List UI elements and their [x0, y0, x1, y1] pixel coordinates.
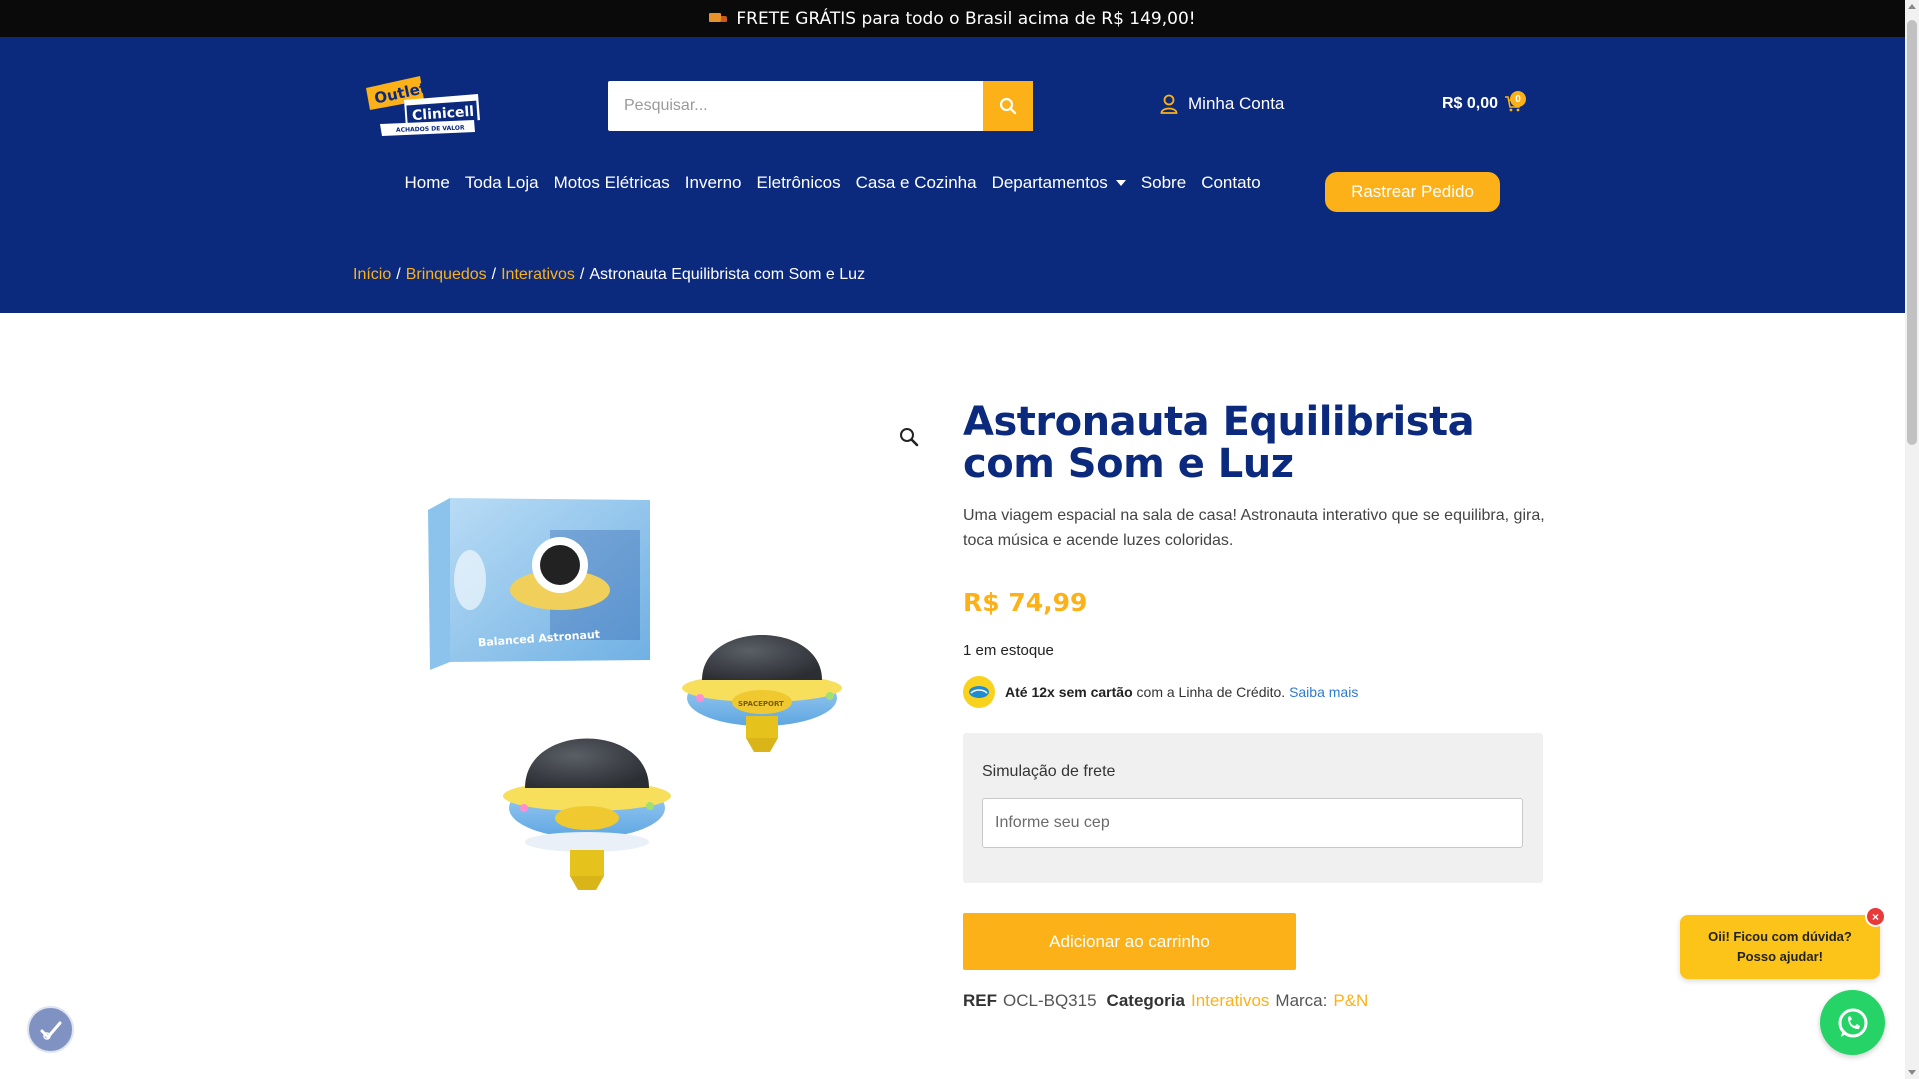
- whatsapp-icon: [1838, 1008, 1867, 1037]
- truck-icon: [709, 12, 728, 25]
- caret-down-icon: [1115, 180, 1126, 186]
- nav-item-contato[interactable]: Contato: [1194, 173, 1269, 193]
- shipping-label: Simulação de frete: [982, 763, 1116, 780]
- nav-label: Toda Loja: [464, 173, 539, 192]
- scroll-down-icon[interactable]: [1908, 1070, 1916, 1075]
- nav-label: Departamentos: [991, 173, 1108, 192]
- chat-prompt-bubble[interactable]: Oii! Ficou com dúvida? Posso ajudar!: [1680, 915, 1880, 979]
- add-to-cart-button[interactable]: Adicionar ao carrinho: [963, 913, 1296, 970]
- nav-label: Inverno: [684, 173, 742, 192]
- credit-text: Até 12x sem cartão com a Linha de Crédit…: [1005, 684, 1358, 700]
- nav-item-departamentos[interactable]: Departamentos: [984, 173, 1133, 193]
- site-header: Outlet Clinicell ACHADOS DE VALOR Minha …: [0, 37, 1905, 313]
- stock-status: 1 em estoque: [963, 642, 1054, 659]
- breadcrumb-link-interativos[interactable]: Interativos: [501, 266, 575, 284]
- learn-more-link[interactable]: Saiba mais: [1289, 684, 1358, 700]
- whatsapp-button[interactable]: [1820, 990, 1885, 1055]
- nav-label: Motos Elétricas: [553, 173, 670, 192]
- category-link[interactable]: Interativos: [1191, 991, 1269, 1011]
- main-nav: Home Toda Loja Motos Elétricas Inverno E…: [397, 173, 1268, 193]
- nav-label: Eletrônicos: [756, 173, 841, 192]
- svg-text:SPACEPORT: SPACEPORT: [738, 700, 784, 708]
- breadcrumb-current: Astronauta Equilibrista com Som e Luz: [589, 266, 866, 283]
- product-image[interactable]: Balanced Astronaut SPACEPORT: [400, 470, 900, 930]
- credit-desc: com a Linha de Crédito.: [1136, 684, 1286, 700]
- track-order-button[interactable]: Rastrear Pedido: [1325, 172, 1500, 212]
- search-icon: [999, 97, 1017, 115]
- search-input[interactable]: [608, 81, 1033, 131]
- page-scrollbar[interactable]: [1905, 0, 1919, 1079]
- nav-item-eletronicos[interactable]: Eletrônicos: [749, 173, 848, 193]
- nav-item-inverno[interactable]: Inverno: [677, 173, 749, 193]
- credit-info: Até 12x sem cartão com a Linha de Crédit…: [963, 676, 1358, 708]
- nav-label: Contato: [1201, 173, 1261, 192]
- nav-item-casa-e-cozinha[interactable]: Casa e Cozinha: [848, 173, 984, 193]
- credit-bold: Até 12x sem cartão: [1005, 684, 1133, 700]
- ref-label: REF: [963, 991, 997, 1010]
- brand-link[interactable]: P&N: [1333, 991, 1368, 1011]
- account-label: Minha Conta: [1188, 94, 1285, 113]
- product-description: Uma viagem espacial na sala de casa! Ast…: [963, 507, 1545, 549]
- category-label: Categoria: [1106, 991, 1185, 1010]
- close-icon[interactable]: ×: [1865, 906, 1886, 927]
- brand-label: Marca:: [1275, 991, 1328, 1010]
- cart-count-badge: 0: [1510, 91, 1526, 107]
- breadcrumb-link-brinquedos[interactable]: Brinquedos: [406, 266, 487, 284]
- nav-item-sobre[interactable]: Sobre: [1133, 173, 1193, 193]
- cep-input[interactable]: [982, 798, 1523, 848]
- page: FRETE GRÁTIS para todo o Brasil acima de…: [0, 0, 1919, 1079]
- breadcrumb-separator: /: [396, 266, 401, 283]
- account-link[interactable]: Minha Conta: [1160, 94, 1284, 114]
- announcement-bar: FRETE GRÁTIS para todo o Brasil acima de…: [0, 0, 1905, 37]
- breadcrumb: Início / Brinquedos / Interativos / Astr…: [353, 266, 865, 284]
- scroll-up-icon[interactable]: [1908, 4, 1916, 9]
- zoom-icon[interactable]: [897, 425, 921, 449]
- nav-label: Sobre: [1140, 173, 1187, 192]
- breadcrumb-separator: /: [579, 266, 585, 283]
- nav-item-home[interactable]: Home: [397, 173, 457, 193]
- nav-label: Home: [404, 173, 450, 192]
- credit-logo-icon: [963, 676, 995, 708]
- breadcrumb-separator: /: [491, 266, 497, 283]
- nav-item-motos-eletricas[interactable]: Motos Elétricas: [546, 173, 677, 193]
- nav-label: Casa e Cozinha: [855, 173, 977, 192]
- accessibility-button[interactable]: [27, 1006, 74, 1053]
- product-title: Astronauta Equilibrista com Som e Luz: [963, 399, 1475, 487]
- announcement-text: FRETE GRÁTIS para todo o Brasil acima de…: [736, 8, 1196, 29]
- product-price: R$ 74,99: [963, 588, 1088, 617]
- chat-prompt-line2: Posso ajudar!: [1737, 949, 1823, 964]
- accessibility-icon: [40, 1021, 61, 1040]
- user-icon: [1160, 94, 1178, 114]
- breadcrumb-link-inicio[interactable]: Início: [353, 266, 391, 284]
- nav-item-toda-loja[interactable]: Toda Loja: [457, 173, 546, 193]
- search-button[interactable]: [983, 81, 1033, 131]
- site-logo[interactable]: Outlet Clinicell ACHADOS DE VALOR: [362, 72, 484, 144]
- chat-prompt-line1: Oii! Ficou com dúvida?: [1708, 929, 1852, 944]
- product-meta: REF OCL-BQ315 Categoria Interativos Marc…: [963, 991, 1368, 1011]
- shipping-simulator: Simulação de frete: [963, 733, 1543, 883]
- cart-total: R$ 0,00: [1442, 95, 1499, 112]
- ref-value: OCL-BQ315: [1003, 991, 1097, 1010]
- scrollbar-thumb[interactable]: [1907, 20, 1917, 445]
